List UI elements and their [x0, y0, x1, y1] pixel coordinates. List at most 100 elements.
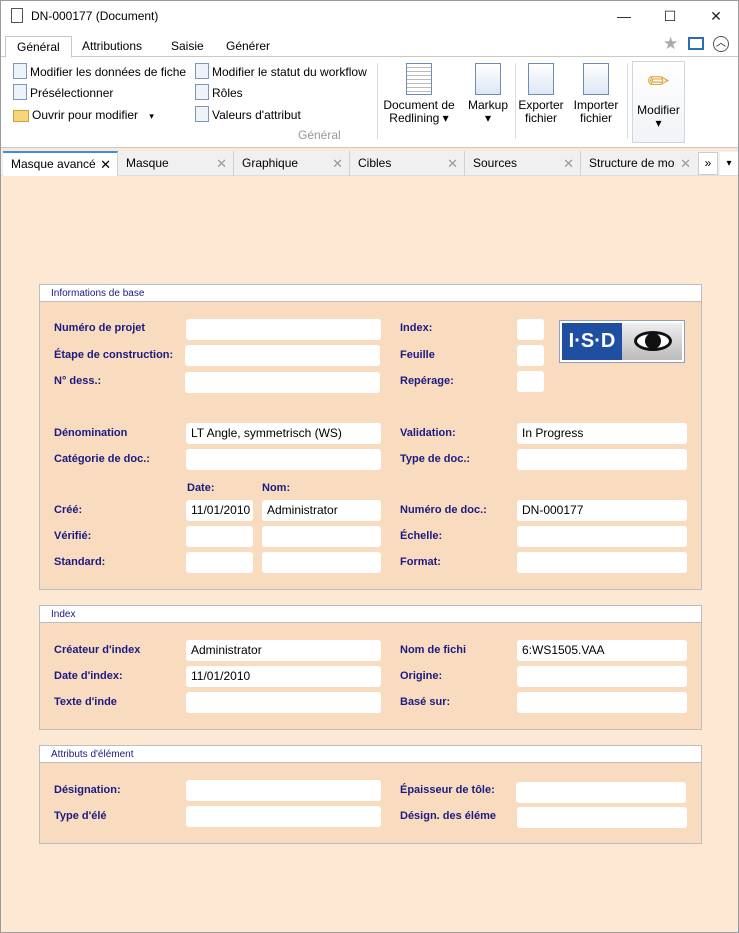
tab-sources[interactable]: Sources ✕ — [465, 151, 581, 176]
verified-date-input[interactable] — [186, 526, 253, 547]
sheet-thickness-label: Épaisseur de tôle: — [400, 784, 495, 796]
close-tab-icon[interactable]: ✕ — [100, 153, 111, 176]
workflow-status-button[interactable]: Modifier le statut du workflow — [195, 62, 367, 82]
collapse-ribbon-icon[interactable]: ︿ — [713, 36, 729, 52]
close-button[interactable]: ✕ — [693, 1, 739, 32]
validation-label: Validation: — [400, 427, 456, 439]
modify-button[interactable]: ✏ Modifier ▾ — [632, 61, 685, 143]
roles-button[interactable]: Rôles — [195, 83, 243, 103]
notepad-icon — [406, 63, 432, 95]
folder-icon — [13, 110, 29, 122]
tab-attributions[interactable]: Attributions — [71, 36, 153, 58]
sheet-label: Feuille — [400, 349, 435, 361]
index-creator-input[interactable]: Administrator — [186, 640, 381, 661]
based-on-input[interactable] — [517, 692, 687, 713]
attribute-values-button[interactable]: Valeurs d'attribut — [195, 105, 301, 125]
created-date-input[interactable]: 11/01/2010 — [186, 500, 253, 521]
standard-name-input[interactable] — [262, 552, 381, 573]
tab-general[interactable]: Général — [5, 36, 72, 58]
import-icon — [583, 63, 609, 95]
tab-overflow-button[interactable]: » — [698, 152, 718, 175]
doc-type-label: Type de doc.: — [400, 453, 471, 465]
element-type-input[interactable] — [186, 806, 381, 827]
document-icon — [11, 8, 23, 23]
isd-logo: I·S·D — [559, 320, 685, 363]
workflow-icon — [195, 63, 209, 79]
origin-label: Origine: — [400, 670, 443, 682]
file-name-input[interactable]: 6:WS1505.VAA — [517, 640, 687, 661]
designation-input[interactable] — [186, 780, 381, 801]
marking-input[interactable] — [517, 371, 544, 392]
title-bar: DN-000177 (Document) — ☐ ✕ — [1, 1, 738, 32]
tab-saisie[interactable]: Saisie — [160, 36, 215, 58]
ribbon: Modifier les données de fiche Présélecti… — [1, 56, 738, 148]
file-name-label: Nom de fichi — [400, 644, 467, 656]
open-to-modify-button[interactable]: Ouvrir pour modifier ▾ — [13, 105, 154, 125]
markup-icon — [475, 63, 501, 95]
separator — [627, 63, 628, 139]
close-tab-icon[interactable]: ✕ — [447, 151, 458, 176]
index-text-input[interactable] — [186, 692, 381, 713]
standard-date-input[interactable] — [186, 552, 253, 573]
index-label: Index: — [400, 322, 433, 334]
marking-label: Repérage: — [400, 375, 454, 387]
scale-label: Échelle: — [400, 530, 443, 542]
maximize-button[interactable]: ☐ — [647, 1, 693, 32]
edit-document-icon — [13, 63, 27, 79]
date-column-label: Date: — [187, 482, 215, 494]
construction-stage-input[interactable] — [185, 345, 380, 366]
origin-input[interactable] — [517, 666, 687, 687]
modify-record-button[interactable]: Modifier les données de fiche — [13, 62, 186, 82]
drawing-number-input[interactable] — [185, 372, 380, 393]
format-label: Format: — [400, 556, 441, 568]
sheet-input[interactable] — [517, 345, 544, 366]
close-tab-icon[interactable]: ✕ — [216, 151, 227, 176]
tab-masque[interactable]: Masque ✕ — [118, 151, 234, 176]
project-number-label: Numéro de projet — [54, 322, 146, 334]
isd-logo-text: I·S·D — [562, 323, 622, 360]
import-file-button[interactable]: Importer fichier — [571, 63, 621, 125]
preselect-button[interactable]: Présélectionner — [13, 83, 113, 103]
created-name-input[interactable]: Administrator — [262, 500, 381, 521]
window-layout-icon[interactable] — [688, 37, 704, 50]
tab-masque-avance[interactable]: Masque avancé ✕ — [3, 151, 118, 176]
format-input[interactable] — [517, 552, 687, 573]
element-designation-input[interactable] — [517, 807, 687, 828]
verified-name-input[interactable] — [262, 526, 381, 547]
doc-type-input[interactable] — [517, 449, 687, 470]
construction-stage-label: Étape de construction: — [54, 349, 174, 361]
star-icon[interactable]: ★ — [663, 34, 678, 54]
eye-icon — [622, 323, 682, 360]
separator — [515, 63, 516, 139]
index-date-input[interactable]: 11/01/2010 — [186, 666, 381, 687]
verified-label: Vérifié: — [54, 530, 92, 542]
doc-number-input[interactable]: DN-000177 — [517, 500, 687, 521]
denomination-input[interactable]: LT Angle, symmetrisch (WS) — [186, 423, 381, 444]
tab-structure[interactable]: Structure de mo ✕ — [581, 151, 697, 176]
redlining-button[interactable]: Document de Redlining ▾ — [381, 63, 457, 125]
index-input[interactable] — [517, 319, 544, 340]
minimize-button[interactable]: — — [601, 1, 647, 32]
element-designation-label: Désign. des éléme — [400, 810, 496, 822]
markup-button[interactable]: Markup ▾ — [465, 63, 511, 125]
close-tab-icon[interactable]: ✕ — [332, 151, 343, 176]
tab-graphique[interactable]: Graphique ✕ — [234, 151, 350, 176]
index-creator-label: Créateur d'index — [54, 644, 141, 656]
doc-category-input[interactable] — [186, 449, 381, 470]
export-icon — [528, 63, 554, 95]
close-tab-icon[interactable]: ✕ — [680, 151, 691, 176]
designation-label: Désignation: — [54, 784, 121, 796]
scale-input[interactable] — [517, 526, 687, 547]
export-file-button[interactable]: Exporter fichier — [517, 63, 565, 125]
project-number-input[interactable] — [186, 319, 381, 340]
group-label: Général — [298, 128, 341, 142]
tab-generer[interactable]: Générer — [215, 36, 281, 58]
sheet-thickness-input[interactable] — [516, 782, 686, 803]
document-tabs: Masque avancé ✕ Masque ✕ Graphique ✕ Cibles… — [1, 151, 738, 176]
standard-label: Standard: — [54, 556, 106, 568]
close-tab-icon[interactable]: ✕ — [563, 151, 574, 176]
tab-cibles[interactable]: Cibles ✕ — [350, 151, 465, 176]
validation-input[interactable]: In Progress — [517, 423, 687, 444]
tab-menu-button[interactable]: ▾ — [720, 152, 738, 175]
index-date-label: Date d'index: — [54, 670, 123, 682]
